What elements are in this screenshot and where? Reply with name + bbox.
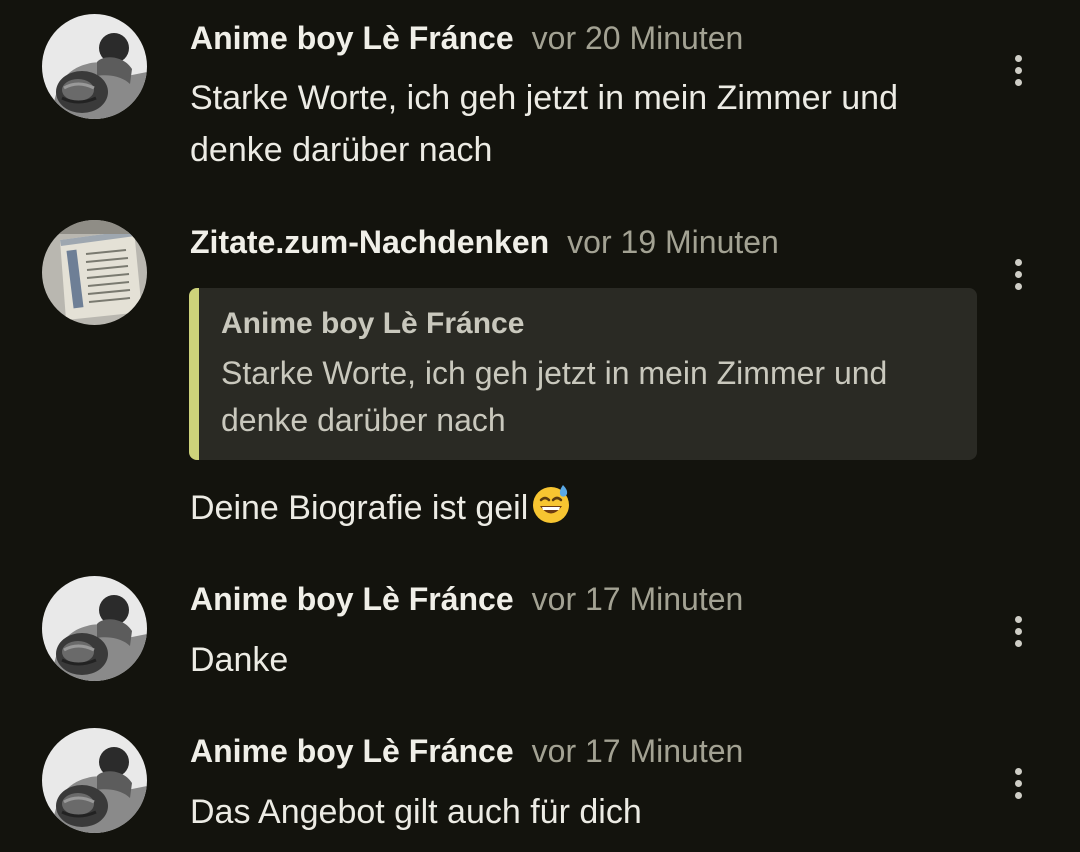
comment-author[interactable]: Anime boy Lè Fránce (190, 581, 514, 617)
more-vertical-icon[interactable] (1004, 254, 1032, 294)
comment-time: vor 17 Minuten (531, 733, 744, 769)
comment-text: Danke (190, 641, 289, 679)
comment-author[interactable]: Zitate.zum-Nachdenken (190, 224, 549, 260)
comment-time: vor 17 Minuten (531, 581, 744, 617)
quoted-comment[interactable]: Anime boy Lè Fránce Starke Worte, ich ge… (189, 288, 977, 460)
comment-text: Deine Biografie ist geil (190, 489, 529, 527)
more-vertical-icon[interactable] (1004, 50, 1032, 90)
comment-author[interactable]: Anime boy Lè Fránce (190, 733, 514, 769)
avatar[interactable] (42, 220, 147, 325)
more-vertical-icon[interactable] (1004, 763, 1032, 803)
quote-text: Starke Worte, ich geh jetzt in mein Zimm… (221, 355, 888, 438)
more-vertical-icon[interactable] (1004, 611, 1032, 651)
quote-accent-bar (189, 288, 199, 460)
grinning-face-with-sweat-emoji (530, 483, 572, 540)
avatar[interactable] (42, 576, 147, 681)
avatar[interactable] (42, 14, 147, 119)
comment-text: Starke Worte, ich geh jetzt in mein Zimm… (190, 79, 898, 169)
quote-author: Anime boy Lè Fránce (221, 307, 525, 340)
comment-text-wrapper: Deine Biografie ist geil (190, 482, 980, 540)
comment-text: Das Angebot gilt auch für dich (190, 793, 642, 831)
comment-author[interactable]: Anime boy Lè Fránce (190, 20, 514, 56)
comment-time: vor 19 Minuten (567, 224, 779, 260)
avatar[interactable] (42, 728, 147, 833)
comment-time: vor 20 Minuten (531, 20, 744, 56)
